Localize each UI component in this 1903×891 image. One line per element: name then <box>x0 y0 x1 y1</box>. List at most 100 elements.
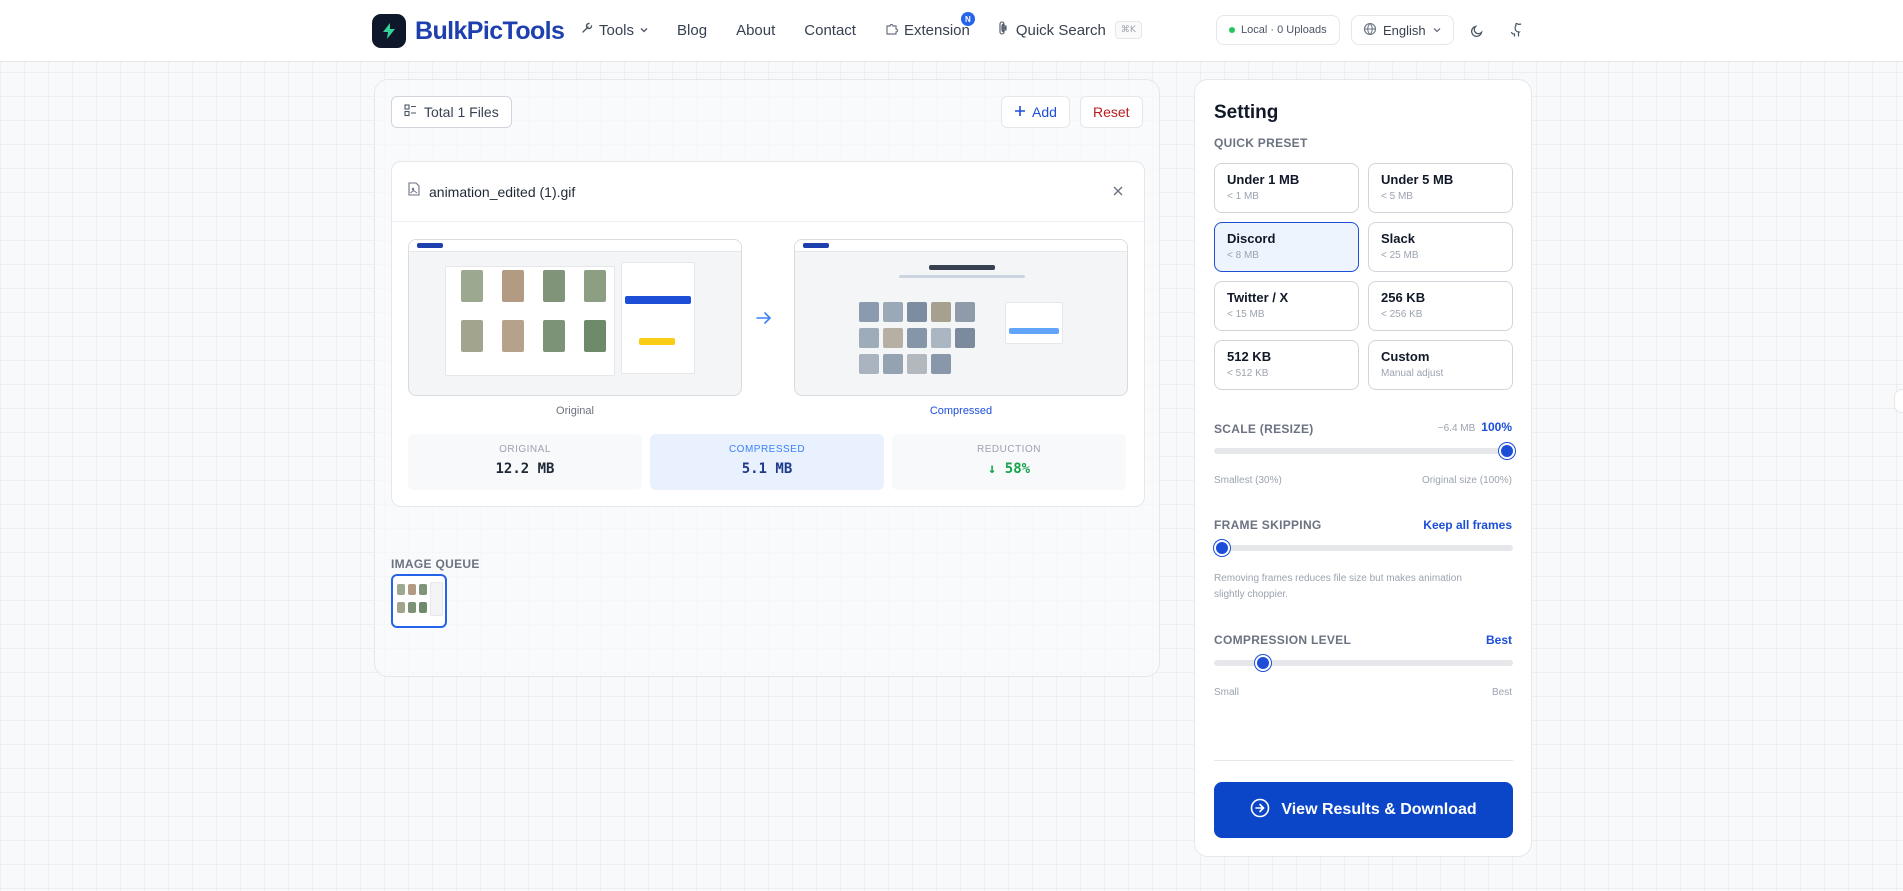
scale-max-label: Original size (100%) <box>1421 475 1512 486</box>
file-icon <box>408 182 420 201</box>
quick-preset-label: QUICK PRESET <box>1214 136 1308 150</box>
nav-quick-search-label: Quick Search <box>1015 21 1106 39</box>
stat-value: ↓ 58% <box>987 461 1031 477</box>
chevron-down-icon <box>1432 23 1442 38</box>
preset-sub: Manual adjust <box>1381 368 1444 379</box>
scale-slider[interactable] <box>1214 443 1515 459</box>
preset-custom[interactable]: Custom Manual adjust <box>1368 340 1513 390</box>
top-nav-bar: BulkPicTools Tools Blog About Contact Ex… <box>0 0 1903 62</box>
moon-icon[interactable] <box>1466 19 1488 41</box>
scale-slider-thumb[interactable] <box>1499 443 1515 459</box>
arrow-right-icon <box>755 309 773 332</box>
upload-status-text: Local · 0 Uploads <box>1241 24 1327 36</box>
preset-sub: < 1 MB <box>1227 191 1259 202</box>
status-dot-icon <box>1229 27 1235 33</box>
close-icon[interactable] <box>1110 183 1126 199</box>
scale-value-group: ~6.4 MB 100% <box>1438 420 1512 434</box>
settings-divider <box>1214 760 1513 761</box>
queue-thumbnail[interactable] <box>391 574 447 628</box>
frame-skipping-label: FRAME SKIPPING <box>1214 518 1322 532</box>
main-nav: Tools Blog About Contact Extension N Qui… <box>580 0 1142 60</box>
compressed-caption: Compressed <box>929 405 993 417</box>
github-icon[interactable] <box>1505 19 1527 41</box>
preset-name: Under 1 MB <box>1227 172 1300 187</box>
nav-quick-search[interactable]: Quick Search ⌘K <box>997 0 1142 60</box>
compression-level-label: COMPRESSION LEVEL <box>1214 633 1352 647</box>
original-preview[interactable] <box>408 239 742 396</box>
preset-name: Under 5 MB <box>1381 172 1454 187</box>
compressed-preview[interactable] <box>794 239 1128 396</box>
stat-label: ORIGINAL <box>499 444 551 455</box>
scale-value: 100% <box>1481 420 1512 434</box>
brand-name: BulkPicTools <box>415 16 565 45</box>
shortcut-hint: ⌘K <box>1114 21 1142 39</box>
preset-name: 256 KB <box>1381 290 1426 305</box>
compression-max-label: Best <box>1491 687 1512 698</box>
compression-level-thumb[interactable] <box>1255 655 1272 671</box>
lightning-icon <box>372 14 406 48</box>
preset-name: 512 KB <box>1227 349 1272 364</box>
preset-sub: < 5 MB <box>1381 191 1413 202</box>
brand-logo[interactable]: BulkPicTools <box>372 14 565 48</box>
original-caption: Original <box>556 405 594 417</box>
nav-blog[interactable]: Blog <box>677 0 707 60</box>
nav-extension[interactable]: Extension N <box>884 0 975 60</box>
total-files-label: Total 1 Files <box>424 104 499 120</box>
preset-name: Twitter / X <box>1227 290 1289 305</box>
preset-256kb[interactable]: 256 KB < 256 KB <box>1368 281 1513 331</box>
side-drawer-handle[interactable] <box>1894 389 1903 413</box>
original-size-stat: ORIGINAL 12.2 MB <box>408 434 642 490</box>
language-label: English <box>1383 22 1426 38</box>
frame-skipping-value: Keep all frames <box>1423 518 1512 532</box>
plus-icon <box>1014 104 1026 120</box>
command-icon <box>997 21 1011 39</box>
preset-discord[interactable]: Discord < 8 MB <box>1214 222 1359 272</box>
reduction-stat: REDUCTION ↓ 58% <box>892 434 1126 490</box>
preset-name: Slack <box>1381 231 1415 246</box>
preset-512kb[interactable]: 512 KB < 512 KB <box>1214 340 1359 390</box>
add-button[interactable]: Add <box>1001 96 1070 128</box>
frame-skipping-thumb[interactable] <box>1214 540 1230 556</box>
image-queue-label: IMAGE QUEUE <box>391 557 480 571</box>
upload-status[interactable]: Local · 0 Uploads <box>1216 15 1340 45</box>
file-card-header: animation_edited (1).gif <box>392 162 1144 222</box>
compressed-size-stat: COMPRESSED 5.1 MB <box>650 434 884 490</box>
chevron-down-icon <box>639 22 649 39</box>
preset-sub: < 25 MB <box>1381 250 1419 261</box>
preset-name: Discord <box>1227 231 1276 246</box>
compression-level-slider[interactable] <box>1214 655 1513 671</box>
globe-icon <box>1363 22 1377 39</box>
preset-twitter[interactable]: Twitter / X < 15 MB <box>1214 281 1359 331</box>
preset-under-1mb[interactable]: Under 1 MB < 1 MB <box>1214 163 1359 213</box>
preset-sub: < 256 KB <box>1381 309 1423 320</box>
preset-name: Custom <box>1381 349 1430 364</box>
workspace-panel: Total 1 Files Add Reset animation_edited… <box>374 79 1160 677</box>
new-badge: N <box>960 12 975 26</box>
arrow-circle-right-icon <box>1250 798 1270 823</box>
nav-tools-label: Tools <box>599 21 635 39</box>
view-results-download-button[interactable]: View Results & Download <box>1214 782 1513 838</box>
file-card: animation_edited (1).gif Original Compre… <box>391 161 1145 507</box>
preset-grid: Under 1 MB < 1 MB Under 5 MB < 5 MB Disc… <box>1214 163 1513 390</box>
language-select[interactable]: English <box>1351 15 1454 45</box>
stat-value: 5.1 MB <box>741 461 793 477</box>
frame-skipping-help: Removing frames reduces file size but ma… <box>1214 573 1462 600</box>
puzzle-icon <box>884 21 899 40</box>
nav-about[interactable]: About <box>736 0 775 60</box>
preset-slack[interactable]: Slack < 25 MB <box>1368 222 1513 272</box>
nav-contact[interactable]: Contact <box>804 0 856 60</box>
nav-tools[interactable]: Tools <box>580 0 649 60</box>
reset-button[interactable]: Reset <box>1080 96 1143 128</box>
frame-skipping-slider[interactable] <box>1214 540 1513 556</box>
settings-panel: Setting QUICK PRESET Under 1 MB < 1 MB U… <box>1194 79 1532 857</box>
preset-under-5mb[interactable]: Under 5 MB < 5 MB <box>1368 163 1513 213</box>
preset-sub: < 15 MB <box>1227 309 1265 320</box>
stat-label: COMPRESSED <box>728 444 806 455</box>
preset-sub: < 8 MB <box>1227 250 1259 261</box>
stat-label: REDUCTION <box>977 444 1041 455</box>
scale-min-label: Smallest (30%) <box>1214 475 1282 486</box>
scale-estimate: ~6.4 MB <box>1437 423 1476 434</box>
compression-min-label: Small <box>1214 687 1240 698</box>
total-files-button[interactable]: Total 1 Files <box>391 96 512 128</box>
compression-level-value: Best <box>1485 633 1512 647</box>
